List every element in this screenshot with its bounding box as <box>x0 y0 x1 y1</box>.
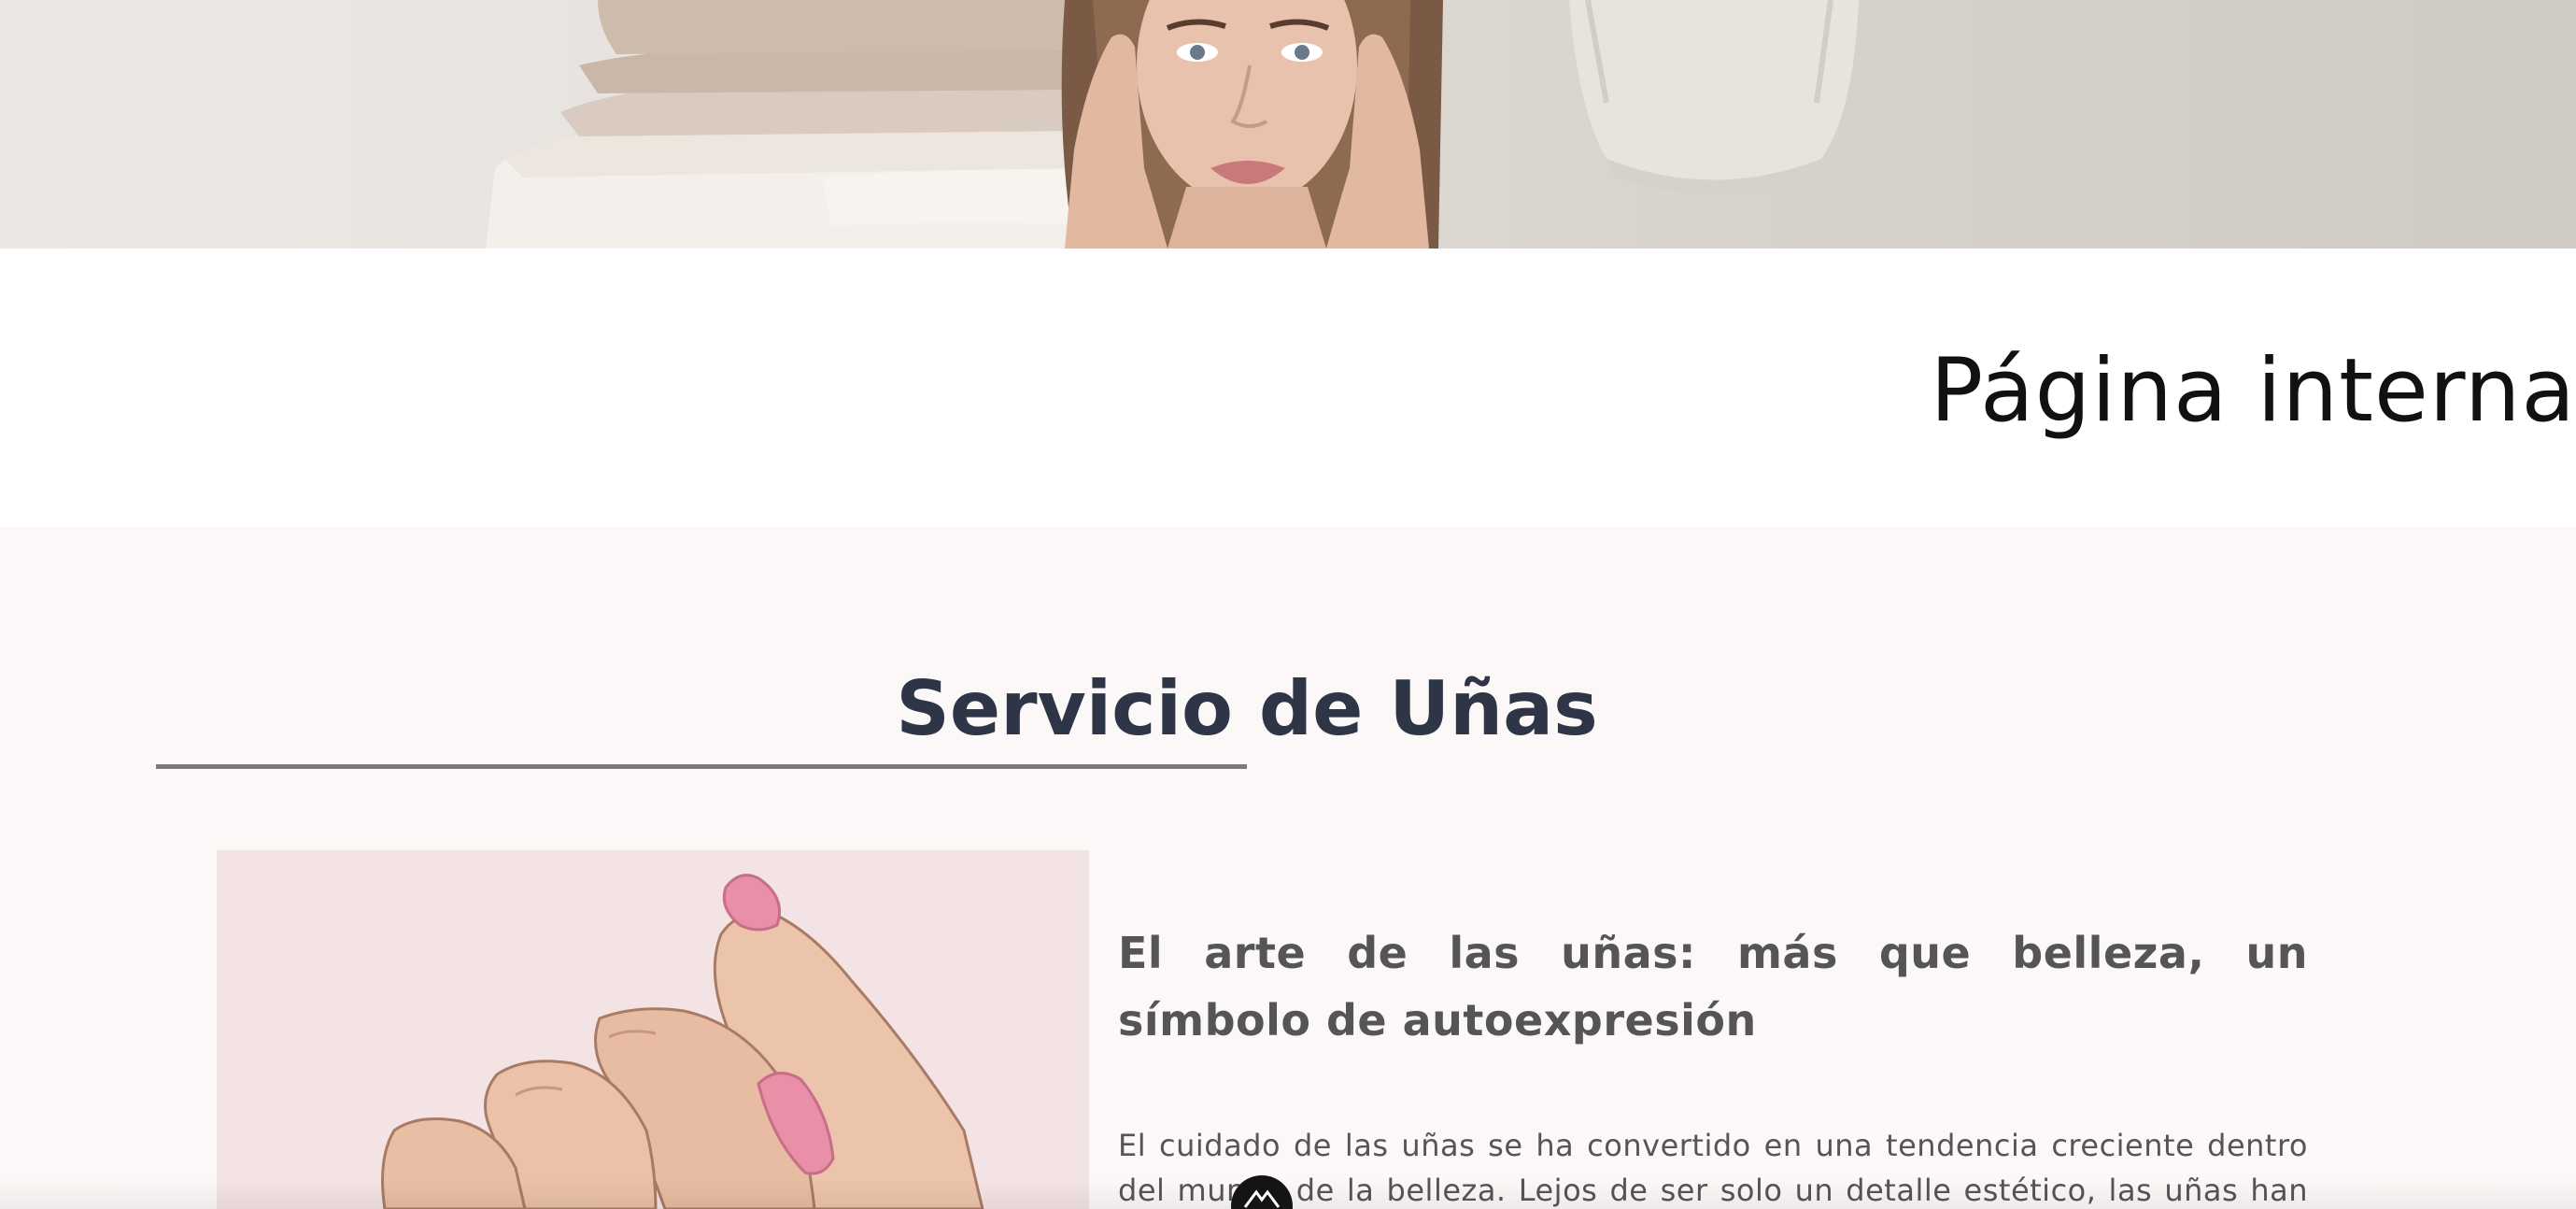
title-underline <box>156 764 1247 769</box>
page-title-band: Página interna <box>0 249 2576 527</box>
nail-hand-drawing <box>381 874 984 1209</box>
hero-banner-image <box>0 0 2576 249</box>
hero-illustration <box>486 0 1859 249</box>
service-content: El arte de las uñas: más que belleza, un… <box>1118 919 2308 1209</box>
vase-shape <box>1569 0 1859 194</box>
service-heading: El arte de las uñas: más que belleza, un… <box>1118 928 2308 1045</box>
nail-service-section: Servicio de Uñas El arte de las uñas: má… <box>0 527 2576 1209</box>
model-figure <box>1061 0 1443 249</box>
mountain-logo-icon <box>1243 1189 1281 1208</box>
towels-stack <box>486 0 1074 249</box>
section-title: Servicio de Uñas <box>896 665 1598 752</box>
service-paragraph: El cuidado de las uñas se ha convertido … <box>1118 1128 2308 1208</box>
page-title: Página interna <box>1930 340 2576 442</box>
nail-illustration-image <box>217 850 1089 1209</box>
